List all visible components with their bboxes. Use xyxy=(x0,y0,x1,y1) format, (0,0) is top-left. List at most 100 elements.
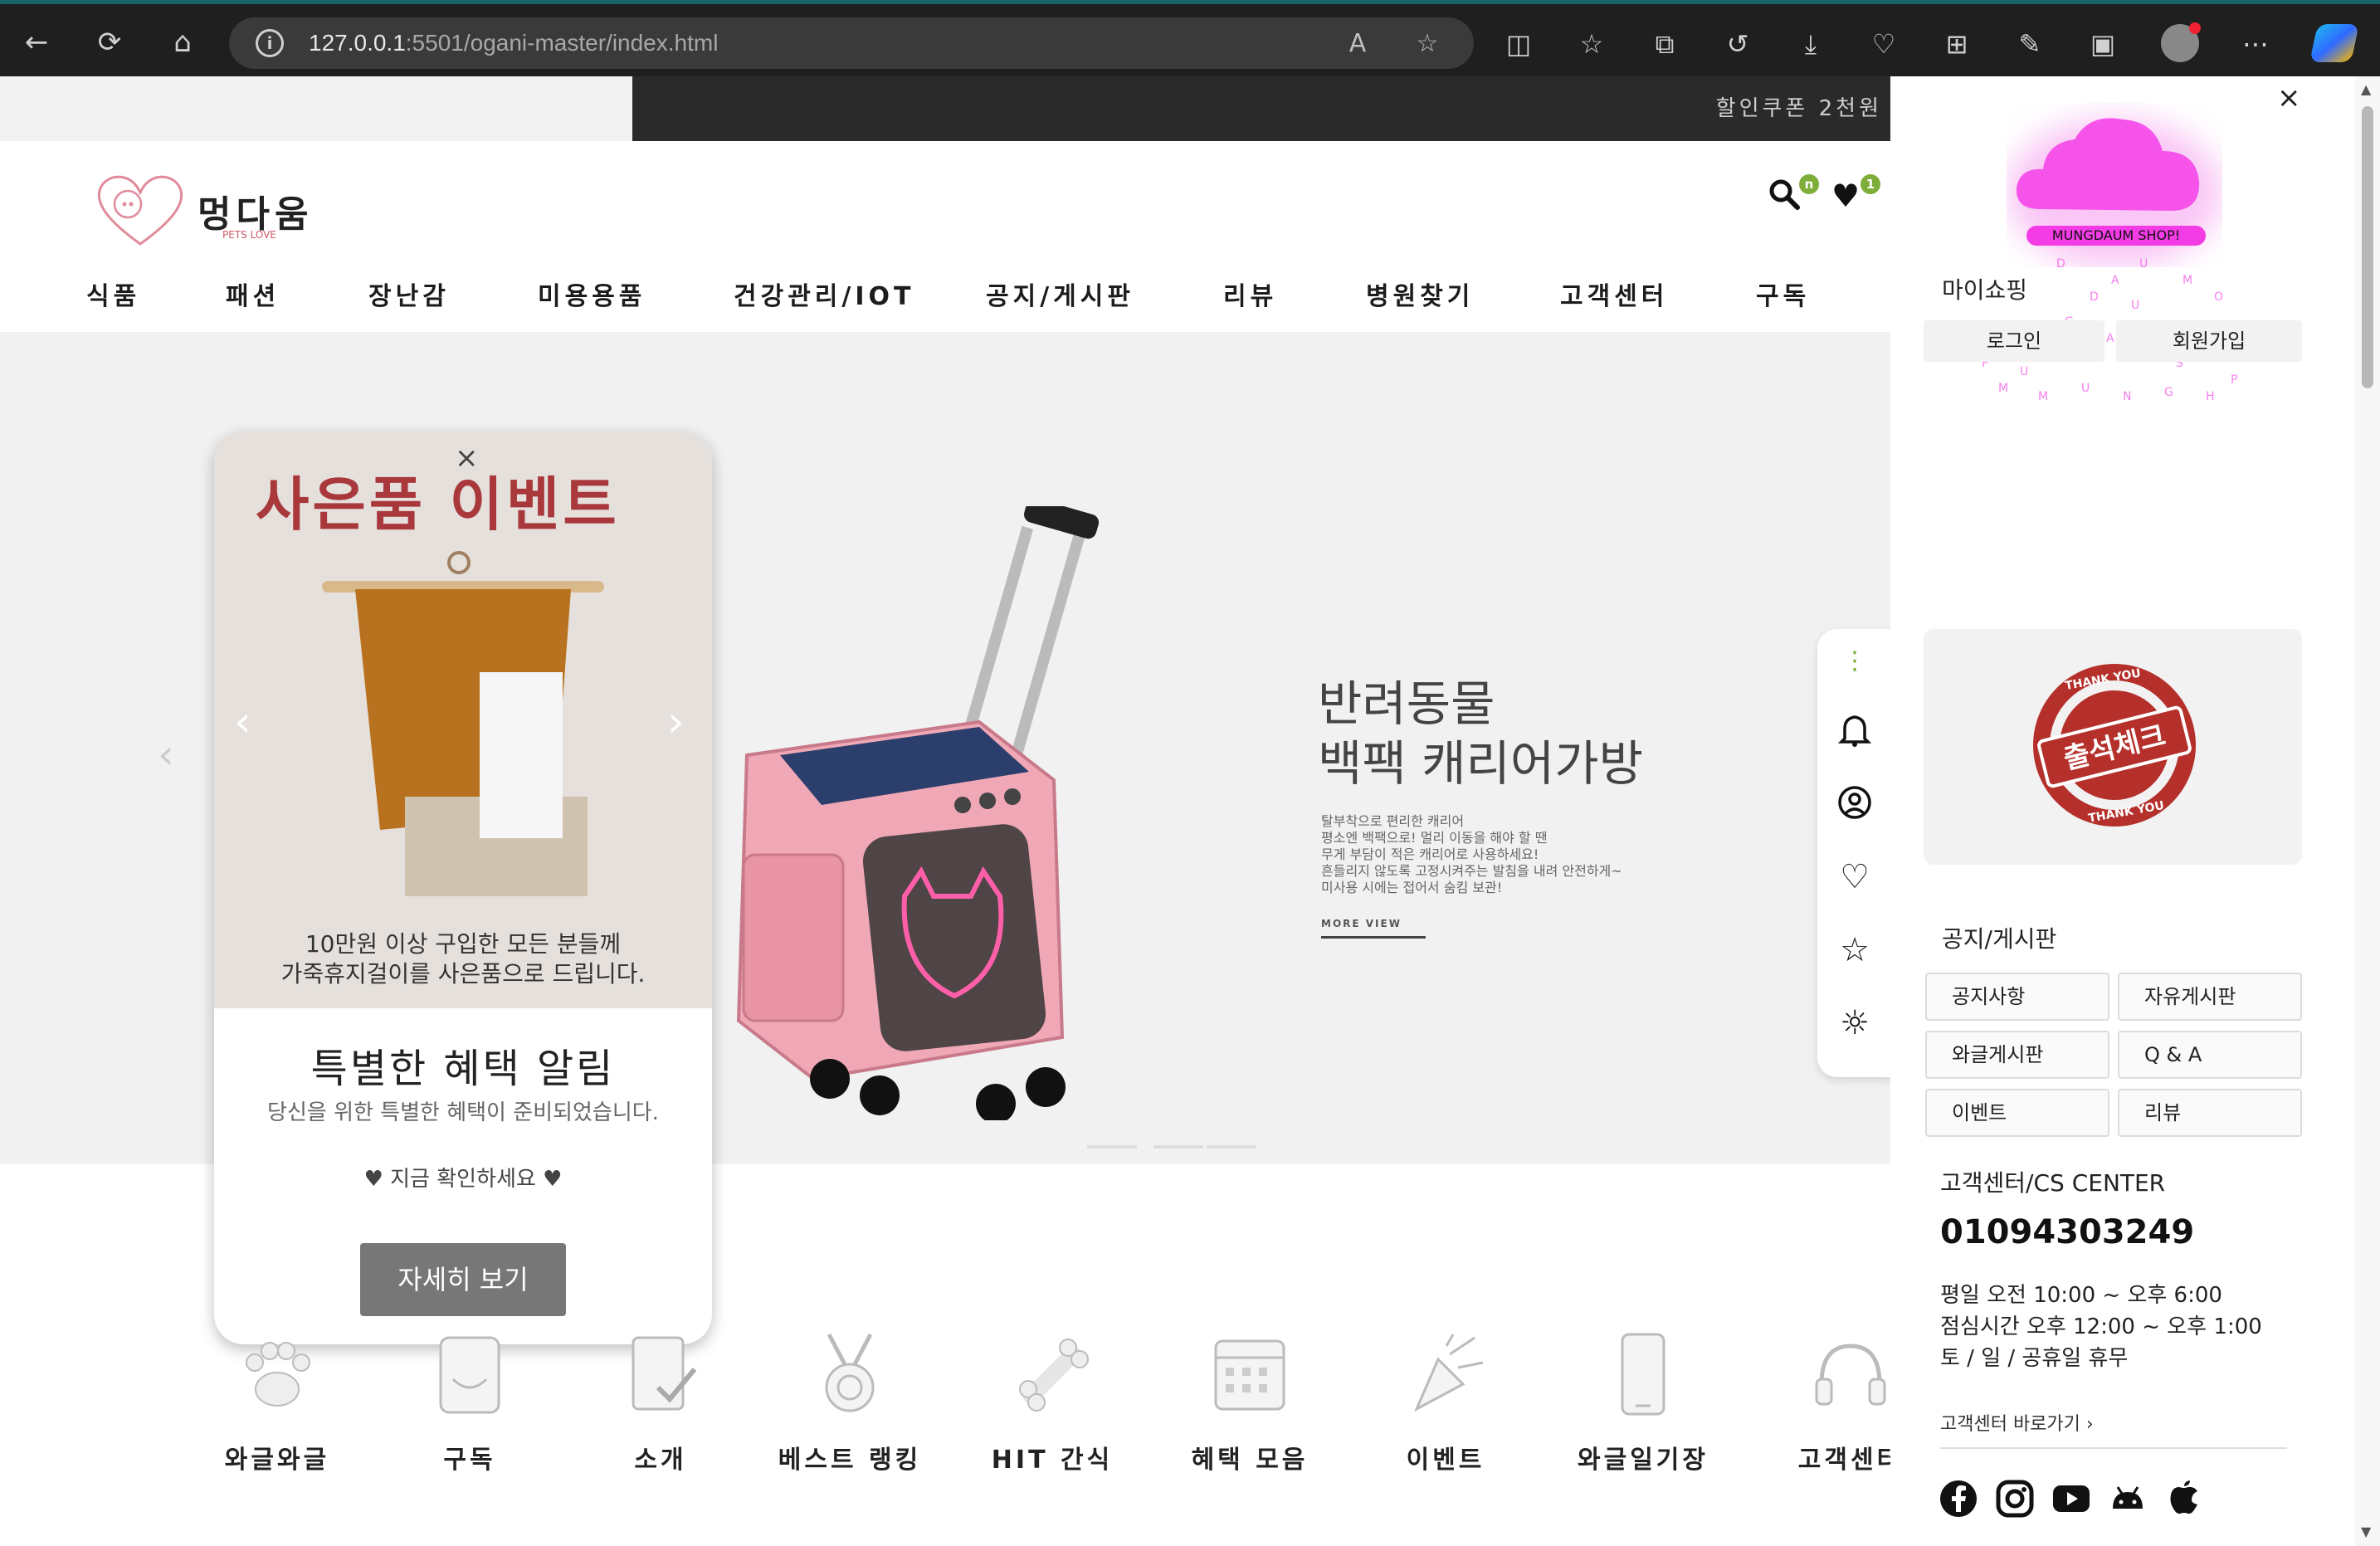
board-button[interactable]: 공지사항 xyxy=(1925,973,2109,1021)
android-icon[interactable] xyxy=(2108,1479,2148,1519)
more-dots-icon[interactable]: ⋮ xyxy=(1836,642,1874,680)
category-label: 이벤트 xyxy=(1406,1446,1485,1475)
board-button[interactable]: Q & A xyxy=(2118,1031,2302,1079)
menu-item[interactable]: 장난감 xyxy=(368,276,450,312)
popup-caption-line: 10만원 이상 구입한 모든 분들께 xyxy=(305,930,622,958)
heart-outline-icon[interactable]: ♡ xyxy=(1836,858,1874,896)
board-button[interactable]: 자유게시판 xyxy=(2118,973,2302,1021)
copilot-icon[interactable] xyxy=(2309,24,2359,62)
main-menu: 식품 패션 장난감 미용용품 건강관리/IOT 공지/게시판 리뷰 병원찾기 고… xyxy=(0,276,1890,325)
extensions-icon[interactable]: ⊞ xyxy=(1939,26,1975,62)
bell-icon[interactable] xyxy=(1836,712,1874,750)
facebook-icon[interactable] xyxy=(1939,1479,1978,1519)
scrollbar-thumb[interactable] xyxy=(2362,106,2373,388)
slide-dot[interactable] xyxy=(1087,1145,1137,1149)
search-badge: n xyxy=(1799,174,1819,194)
category-item[interactable]: 소개 xyxy=(578,1329,744,1475)
cs-hours: 평일 오전 10:00 ~ 오후 6:00 점심시간 오후 12:00 ~ 오후… xyxy=(1940,1280,2262,1374)
menu-item[interactable]: 식품 xyxy=(86,276,140,312)
favorites-icon[interactable]: ☆ xyxy=(1573,26,1610,62)
attendance-check-card[interactable]: 출석체크 THANK YOU THANK YOU xyxy=(1924,629,2302,865)
bone-icon xyxy=(1019,1339,1089,1412)
svg-text:U: U xyxy=(2081,382,2090,395)
menu-item[interactable]: 리뷰 xyxy=(1223,276,1277,312)
promo-text: 할인쿠폰 2천원 xyxy=(1715,96,1882,121)
heart-icon[interactable]: ♥ xyxy=(1827,178,1864,214)
category-item[interactable]: 와글와글 xyxy=(194,1329,360,1475)
category-item[interactable]: 이벤트 xyxy=(1363,1329,1529,1475)
login-button[interactable]: 로그인 xyxy=(1924,320,2104,362)
search-icon[interactable] xyxy=(1766,178,1802,214)
download-icon[interactable]: ⤓ xyxy=(1792,26,1829,62)
scroll-down-icon[interactable]: ▼ xyxy=(2361,1524,2371,1539)
menu-item[interactable]: 건강관리/IOT xyxy=(734,276,915,312)
board-button[interactable]: 와글게시판 xyxy=(1925,1031,2109,1079)
split-screen-icon[interactable]: ◫ xyxy=(1500,26,1537,62)
popup-next-arrow-icon[interactable]: › xyxy=(667,697,685,747)
back-icon[interactable]: ← xyxy=(13,19,60,66)
popup-detail-button[interactable]: 자세히 보기 xyxy=(360,1243,566,1316)
instagram-icon[interactable] xyxy=(1995,1479,2035,1519)
profile-avatar[interactable] xyxy=(2161,22,2201,62)
menu-item[interactable]: 고객센터 xyxy=(1560,276,1668,312)
popup-prev-arrow-icon[interactable]: ‹ xyxy=(234,697,251,747)
scroll-up-icon[interactable]: ▲ xyxy=(2361,81,2371,97)
floating-quick-bar: ⋮ ♡ ☆ ☼ xyxy=(1817,629,1890,1077)
leather-tissue-holder-image xyxy=(322,551,604,896)
user-circle-icon[interactable] xyxy=(1836,785,1874,823)
promo-banner[interactable]: 할인쿠폰 2천원 xyxy=(632,76,1890,141)
apple-icon[interactable] xyxy=(2164,1479,2204,1519)
site-logo[interactable]: 멍다움 PETS LOVE xyxy=(91,168,308,254)
check-doc-icon xyxy=(632,1336,697,1411)
category-item[interactable]: 베스트 랭킹 xyxy=(767,1329,933,1475)
more-menu-icon[interactable]: ⋯ xyxy=(2237,26,2274,62)
category-item[interactable]: 혜택 모음 xyxy=(1167,1329,1333,1475)
svg-text:D: D xyxy=(2056,257,2065,271)
slide-dot[interactable] xyxy=(1207,1145,1256,1149)
history-icon[interactable]: ↺ xyxy=(1719,26,1756,62)
refresh-icon[interactable]: ⟳ xyxy=(86,19,133,66)
menu-item[interactable]: 미용용품 xyxy=(538,276,646,312)
read-aloud-icon[interactable]: A xyxy=(1341,27,1374,61)
category-item[interactable]: 와글일기장 xyxy=(1560,1329,1726,1475)
address-bar[interactable]: i 127.0.0.1:5501/ogani-master/index.html… xyxy=(229,17,1474,69)
svg-text:H: H xyxy=(2206,390,2215,403)
hero-desc-line: 탈부착으로 편리한 캐리어 xyxy=(1321,813,1465,829)
popup-subtext: 당신을 위한 특별한 혜택이 준비되었습니다. xyxy=(267,1100,659,1125)
board-button[interactable]: 이벤트 xyxy=(1925,1089,2109,1137)
home-icon[interactable]: ⌂ xyxy=(159,19,206,66)
side-close-icon[interactable]: × xyxy=(2277,81,2301,115)
favorite-star-icon[interactable]: ☆ xyxy=(1411,27,1444,61)
board-button[interactable]: 리뷰 xyxy=(2118,1089,2302,1137)
slide-dot[interactable] xyxy=(1153,1145,1203,1149)
menu-item[interactable]: 공지/게시판 xyxy=(986,276,1134,312)
youtube-icon[interactable] xyxy=(2051,1479,2091,1519)
signup-button[interactable]: 회원가입 xyxy=(2116,320,2302,362)
url-text[interactable]: 127.0.0.1:5501/ogani-master/index.html xyxy=(309,30,718,56)
browser-toolbar: ← ⟳ ⌂ i 127.0.0.1:5501/ogani-master/inde… xyxy=(0,0,2380,76)
collections-icon[interactable]: ⧉ xyxy=(1646,26,1683,62)
performance-icon[interactable]: ♡ xyxy=(1865,26,1902,62)
attendance-stamp-icon: 출석체크 THANK YOU THANK YOU xyxy=(2033,664,2196,827)
cs-center-link[interactable]: 고객센터 바로가기 › xyxy=(1940,1409,2287,1449)
browser-essentials-icon[interactable]: ✎ xyxy=(2012,26,2048,62)
sun-icon[interactable]: ☼ xyxy=(1836,1004,1874,1042)
menu-item[interactable]: 병원찾기 xyxy=(1366,276,1474,312)
category-item[interactable]: HIT 간식 xyxy=(969,1329,1135,1475)
svg-text:M: M xyxy=(2182,274,2192,287)
popup-close-icon[interactable]: × xyxy=(455,441,479,475)
menu-item[interactable]: 패션 xyxy=(226,276,280,312)
hero-prev-arrow-icon[interactable]: ‹ xyxy=(158,730,174,778)
sidebar-toggle-icon[interactable]: ▣ xyxy=(2085,26,2121,62)
category-item[interactable]: 구독 xyxy=(387,1329,553,1475)
category-item[interactable]: 고객센터 xyxy=(1768,1329,1890,1475)
more-view-link[interactable]: MORE VIEW xyxy=(1321,918,1426,939)
svg-text:U: U xyxy=(2139,257,2148,271)
menu-item[interactable]: 구독 xyxy=(1756,276,1810,312)
star-outline-icon[interactable]: ☆ xyxy=(1836,931,1874,969)
hero-desc-line: 미사용 시에는 접어서 숨킴 보관! xyxy=(1321,880,1503,895)
cs-phone-number: 01094303249 xyxy=(1940,1213,2195,1251)
site-info-icon[interactable]: i xyxy=(256,29,284,57)
category-label: HIT 간식 xyxy=(991,1446,1114,1475)
page-scrollbar[interactable]: ▲ ▼ xyxy=(2355,76,2380,1546)
